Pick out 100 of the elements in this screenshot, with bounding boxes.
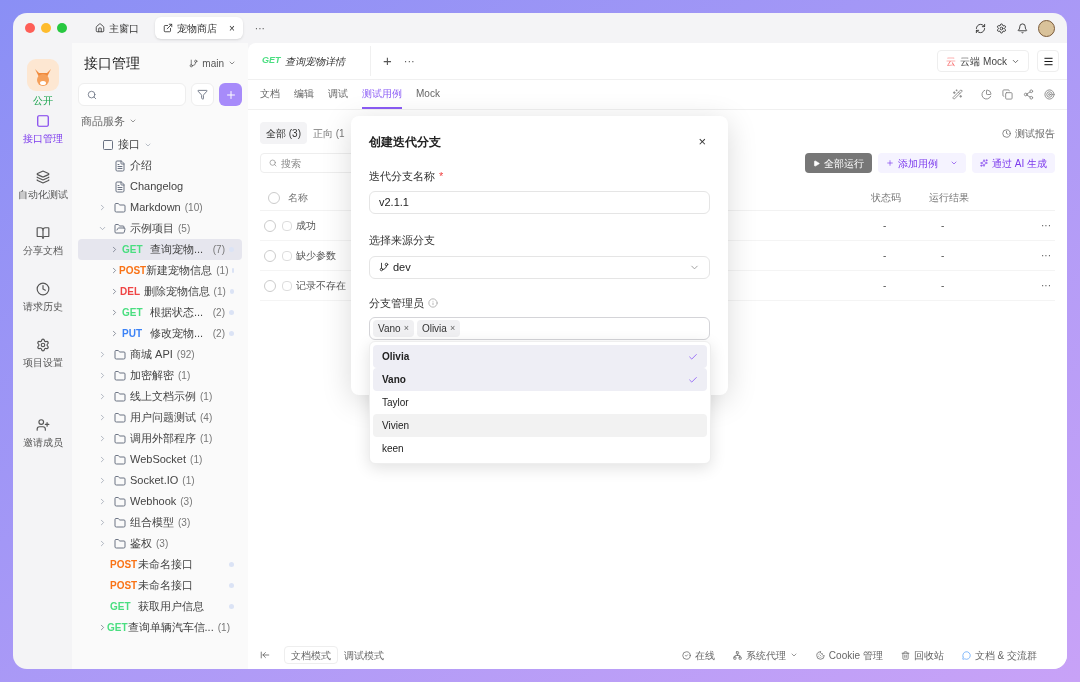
rail-item[interactable]: 分享文档: [22, 226, 63, 258]
filter-button[interactable]: [191, 83, 214, 106]
filter-tab[interactable]: 正向 (1: [307, 122, 351, 144]
input-field[interactable]: v2.1.1: [369, 191, 710, 214]
tree-item[interactable]: POST未命名接口: [78, 554, 242, 575]
count-label: (3): [178, 516, 191, 530]
tree-folder[interactable]: 线上文档示例 (1): [78, 386, 242, 407]
tree-folder[interactable]: 示例项目 (5): [78, 218, 242, 239]
tree-folder[interactable]: 接口: [78, 134, 242, 155]
status-bar-item[interactable]: Cookie 管理: [815, 647, 883, 663]
tree-item[interactable]: 介绍: [78, 155, 242, 176]
tree-item[interactable]: GET 查询宠物... (7): [78, 239, 242, 260]
chevron-icon: [228, 59, 236, 67]
content-tab[interactable]: 调试: [328, 80, 348, 109]
target-icon[interactable]: [1044, 89, 1055, 100]
status-bar-item[interactable]: 文档 & 交流群: [961, 647, 1037, 663]
close-button[interactable]: ×: [698, 132, 706, 152]
count-label: (4): [200, 411, 213, 425]
wand-icon[interactable]: [952, 89, 963, 100]
tree-item[interactable]: DEL 删除宠物信息 (1): [78, 281, 242, 302]
endpoint-tab[interactable]: GET 查询宠物详情: [256, 46, 371, 76]
branch-select[interactable]: dev: [369, 255, 710, 279]
minimize-window-icon[interactable]: [41, 23, 51, 33]
tree-item[interactable]: GET查询单辆汽车信... (1): [78, 617, 242, 638]
window-tab[interactable]: 主窗口: [87, 17, 147, 39]
mode-toggle[interactable]: 调试模式: [338, 646, 390, 664]
collapse-icon[interactable]: [260, 650, 270, 660]
window-tab[interactable]: 宠物商店 ×: [155, 17, 243, 39]
managers-select[interactable]: Vano × Olivia ×: [369, 317, 710, 340]
tree-folder[interactable]: 商城 API (92): [78, 344, 242, 365]
add-tab-button[interactable]: +: [383, 49, 392, 73]
add-case-button[interactable]: 添加用例: [878, 153, 966, 173]
tree-folder[interactable]: 鉴权 (3): [78, 533, 242, 554]
run-all-button[interactable]: 全部运行: [805, 153, 872, 173]
tree-folder[interactable]: WebSocket (1): [78, 449, 242, 470]
refresh-icon[interactable]: [975, 22, 986, 34]
rail-item[interactable]: 项目设置: [22, 338, 63, 370]
bell-icon[interactable]: [1017, 22, 1028, 34]
tree-label: Webhook: [130, 494, 177, 510]
more-button[interactable]: ···: [1041, 218, 1051, 233]
more-tabs-button[interactable]: ···: [254, 20, 265, 36]
search-field[interactable]: [78, 83, 186, 106]
user-avatar[interactable]: [1038, 19, 1055, 37]
ai-generate-button[interactable]: 通过 AI 生成: [972, 153, 1055, 173]
folder-icon: [114, 495, 126, 508]
add-button[interactable]: [219, 83, 242, 106]
mock-selector[interactable]: 云 云端 Mock: [937, 50, 1029, 72]
rail-item[interactable]: 请求历史: [22, 282, 63, 314]
tree-folder[interactable]: Socket.IO (1): [78, 470, 242, 491]
tree-item[interactable]: GET 获取用户信息: [78, 596, 242, 617]
tree-folder[interactable]: 用户问题测试 (4): [78, 407, 242, 428]
rail-item[interactable]: 邀请成员: [22, 418, 63, 450]
more-button[interactable]: ···: [1041, 278, 1051, 293]
content-tab[interactable]: 测试用例: [362, 80, 402, 109]
tree-folder[interactable]: Markdown (10): [78, 197, 242, 218]
table-cell-text: -: [883, 219, 888, 233]
content-tab[interactable]: 编辑: [294, 80, 314, 109]
tree-item[interactable]: POST未命名接口: [78, 575, 242, 596]
tree-folder[interactable]: Webhook (3): [78, 491, 242, 512]
maximize-window-icon[interactable]: [57, 23, 67, 33]
required-mark: *: [439, 168, 444, 184]
field-label: 分支管理员: [369, 295, 424, 311]
status-bar-item[interactable]: 回收站: [900, 647, 944, 663]
dropdown-option[interactable]: keen: [373, 437, 707, 460]
menu-button[interactable]: [1037, 50, 1059, 72]
settings-icon[interactable]: [996, 22, 1007, 34]
content-tab[interactable]: Mock: [416, 80, 440, 109]
tree-item[interactable]: Changelog: [78, 176, 242, 197]
filter-tab[interactable]: 全部 (3): [260, 122, 307, 144]
share-icon[interactable]: [1023, 89, 1034, 100]
rail-item[interactable]: 接口管理: [22, 114, 63, 146]
mode-toggle[interactable]: 文档模式: [284, 646, 338, 664]
tree-folder[interactable]: 加密解密 (1): [78, 365, 242, 386]
tree-item[interactable]: GET 根据状态... (2): [78, 302, 242, 323]
method-label: POST: [119, 264, 147, 278]
remove-tag-icon[interactable]: ×: [449, 321, 456, 336]
content-tab[interactable]: 文档: [260, 80, 280, 109]
more-button[interactable]: ···: [403, 52, 415, 70]
rail-item[interactable]: 自动化测试: [17, 170, 68, 202]
close-window-icon[interactable]: [25, 23, 35, 33]
tree-item[interactable]: POST新建宠物信息 (1): [78, 260, 242, 281]
tree-folder[interactable]: 调用外部程序 (1): [78, 428, 242, 449]
tree-folder[interactable]: 组合模型 (3): [78, 512, 242, 533]
dropdown-option[interactable]: Taylor: [373, 391, 707, 414]
dropdown-option[interactable]: Olivia: [373, 345, 707, 368]
trash-icon: [900, 650, 910, 660]
dropdown-option[interactable]: Vivien: [373, 414, 707, 437]
dropdown-option[interactable]: Vano: [373, 368, 707, 391]
tree-item[interactable]: PUT 修改宠物... (2): [78, 323, 242, 344]
copy-icon[interactable]: [1002, 89, 1013, 100]
chart-icon[interactable]: [981, 89, 992, 100]
more-button[interactable]: ···: [1041, 248, 1051, 263]
status-bar-item[interactable]: 系统代理: [732, 647, 798, 663]
branch-selector[interactable]: main: [189, 55, 236, 71]
project-logo-icon[interactable]: [26, 59, 59, 91]
remove-tag-icon[interactable]: ×: [403, 321, 409, 336]
close-tab-icon[interactable]: ×: [229, 20, 235, 36]
section-header[interactable]: 商品服务: [78, 110, 242, 132]
status-bar-item[interactable]: 在线: [681, 647, 715, 663]
report-link[interactable]: 测试报告: [1002, 125, 1055, 141]
